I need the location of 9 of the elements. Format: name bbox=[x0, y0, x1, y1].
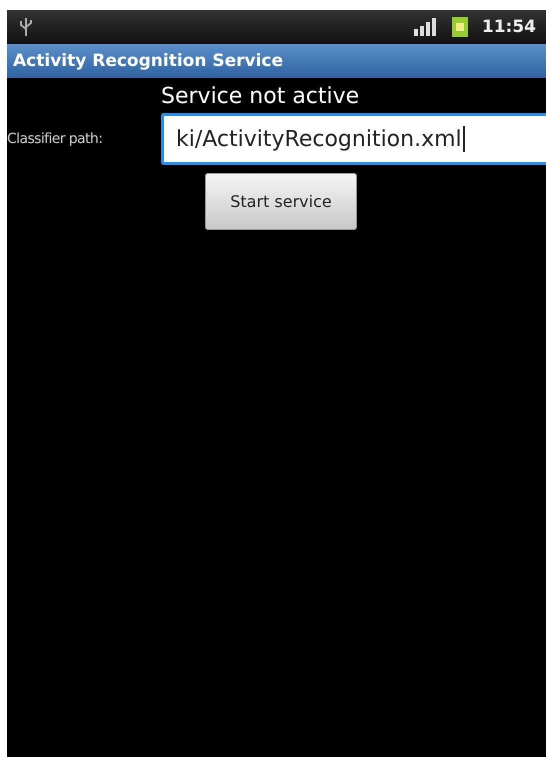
signal-icon bbox=[414, 18, 438, 36]
app-title: Activity Recognition Service bbox=[13, 51, 284, 71]
start-service-button[interactable]: Start service bbox=[205, 173, 357, 230]
service-status: Service not active bbox=[161, 84, 360, 109]
classifier-path-field[interactable]: ki/ActivityRecognition.xml bbox=[161, 113, 546, 165]
usb-icon bbox=[19, 17, 33, 37]
battery-icon bbox=[452, 17, 468, 37]
status-time: 11:54 bbox=[482, 17, 536, 37]
classifier-label: Classifier path: bbox=[7, 131, 104, 147]
